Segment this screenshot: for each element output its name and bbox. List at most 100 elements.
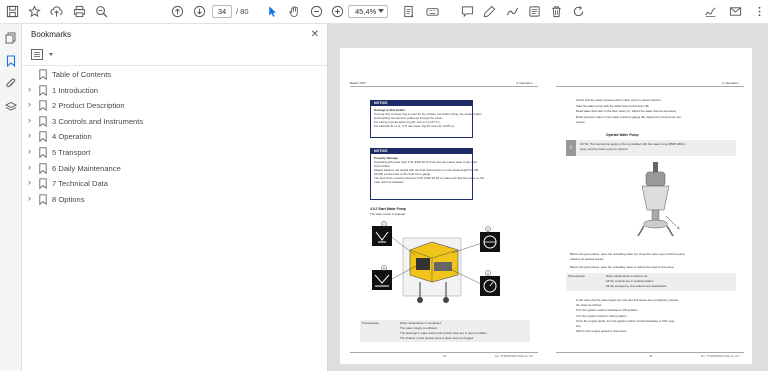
panel-title: Bookmarks <box>31 30 72 39</box>
star-icon[interactable] <box>27 4 41 18</box>
chevron-right-icon[interactable]: › <box>28 162 34 172</box>
notice-body: Damage to Rod Holder If wrong size of tow… <box>371 106 482 130</box>
chevron-right-icon[interactable]: › <box>28 146 34 156</box>
bookmark-icon <box>39 147 47 159</box>
bookmark-item[interactable]: › 8 Options <box>28 193 318 207</box>
bookmark-item[interactable]: › 1 Introduction <box>28 84 318 98</box>
notice-body: Property Damage Operating with tower than… <box>371 154 484 186</box>
text-line: essary. <box>576 120 586 124</box>
fit-page-icon[interactable] <box>401 4 415 18</box>
more-options-icon[interactable] <box>752 4 766 18</box>
page-header-left: Bearkr ONT <box>350 81 367 85</box>
section-subtitle: The water pump is optional <box>370 212 405 216</box>
vertical-scrollbar[interactable] <box>763 24 766 371</box>
zoom-level-select[interactable]: 45,4% <box>348 5 388 18</box>
chevron-right-icon[interactable]: › <box>28 99 34 109</box>
highlight-pen-icon[interactable] <box>482 4 496 18</box>
bookmark-icon <box>39 178 47 190</box>
chevron-right-icon[interactable]: › <box>28 130 34 140</box>
text-line: In the case that the paired gear top car… <box>576 298 679 302</box>
page-footer-number: 34 <box>443 354 447 358</box>
chevron-right-icon[interactable]: › <box>28 177 34 187</box>
bookmark-options-button[interactable] <box>31 49 53 60</box>
chevron-right-icon[interactable]: › <box>28 193 34 203</box>
bookmark-icon <box>39 100 47 112</box>
chevron-right-icon[interactable]: › <box>28 115 34 125</box>
bookmark-label: 7 Technical Data <box>52 179 109 189</box>
bookmark-item[interactable]: Table of Contents <box>28 68 318 82</box>
print-icon[interactable] <box>72 4 86 18</box>
notice-line: For ball tube B, H, H, or P use tower ri… <box>374 124 456 128</box>
zoom-out-icon[interactable] <box>309 4 323 18</box>
stamp-icon[interactable] <box>527 4 541 18</box>
text-line: Turn the ignition switch to Start positi… <box>576 313 628 318</box>
text-line: Daily maintenance is completed. <box>400 321 442 325</box>
text-line: the steps as follows. <box>576 303 603 308</box>
attachment-icon[interactable] <box>5 78 17 90</box>
list-options-icon <box>31 49 43 60</box>
page-total: / 80 <box>236 7 249 16</box>
document-page-left: Bearkr ONT 4. Operation NOTICE Damage to… <box>340 48 546 364</box>
select-cursor-icon[interactable] <box>265 4 279 18</box>
draw-icon[interactable] <box>505 4 519 18</box>
bookmark-item[interactable]: › 6 Daily Maintenance <box>28 162 318 176</box>
bookmarks-panel: Bookmarks ✕ Table of Contents › 1 Introduc… <box>22 24 328 371</box>
bookmark-label: 2 Product Description <box>52 101 125 111</box>
bookmark-label: 1 Introduction <box>52 85 99 95</box>
bookmark-icon <box>39 69 47 81</box>
svg-text:A: A <box>487 271 489 275</box>
prereq-label: Prerequisites <box>362 321 379 325</box>
header-rule <box>350 86 538 87</box>
hand-tool-icon[interactable] <box>287 4 301 18</box>
sign-icon[interactable] <box>703 4 717 18</box>
text-line: Daily maintenance is carried out. <box>606 274 648 278</box>
footer-rule <box>556 352 744 353</box>
upload-icon[interactable] <box>49 4 63 18</box>
page-up-icon[interactable] <box>170 4 184 18</box>
mail-icon[interactable] <box>728 4 742 18</box>
bookmark-item[interactable]: › 4 Operation <box>28 130 318 144</box>
bookmark-label: 8 Options <box>52 194 85 204</box>
text-line: Check that the water pressure dump valve… <box>576 98 662 102</box>
text-line: Turn the ignition switch clockwise to ON… <box>576 308 639 313</box>
bookmark-icon <box>39 194 47 205</box>
notice-box-1: NOTICE Damage to Rod Holder If wrong size… <box>370 100 482 138</box>
bookmark-label: 4 Operation <box>52 132 92 142</box>
page-header-right: 4. Operation <box>722 81 739 85</box>
rotate-icon[interactable] <box>571 4 585 18</box>
water-pump-machine-illustration: C B D A <box>372 221 500 303</box>
bookmark-icon <box>39 84 47 96</box>
chevron-right-icon[interactable]: › <box>28 84 34 94</box>
chevron-down-icon <box>49 53 53 56</box>
note-info-icon: i <box>566 140 576 156</box>
save-icon[interactable] <box>5 4 19 18</box>
comment-icon[interactable] <box>460 4 474 18</box>
page-footer-number: 35 <box>649 354 653 358</box>
bookmark-item[interactable]: › 7 Technical Data <box>28 177 318 191</box>
text-line: Read water flow rate on the flow meter (… <box>576 109 677 113</box>
document-viewport[interactable]: Bearkr ONT 4. Operation NOTICE Damage to… <box>328 24 768 371</box>
bookmark-label: 6 Daily Maintenance <box>52 163 121 173</box>
page-number-input[interactable]: 34 <box>212 5 232 18</box>
delete-icon[interactable] <box>549 4 563 18</box>
zoom-in-icon[interactable] <box>330 4 344 18</box>
bookmark-item[interactable]: › 3 Controls and Instruments <box>28 115 318 129</box>
layers-icon[interactable] <box>4 101 18 113</box>
main-toolbar: 34 / 80 45,4% <box>0 0 768 24</box>
text-line: The water supply is sufficient. <box>400 326 438 330</box>
header-rule <box>556 86 744 87</box>
text-line: Once the engine starts, turn the ignitio… <box>576 318 675 323</box>
text-line: The bearings in water swivel and suction… <box>400 331 488 335</box>
zoom-search-icon[interactable] <box>94 4 108 18</box>
text-line: All the emergency stop buttons are deact… <box>606 284 668 288</box>
bookmark-item[interactable]: › 5 Transport <box>28 146 318 160</box>
bookmark-item[interactable]: › 2 Product Description <box>28 99 318 113</box>
notice-line: main winch is released. <box>374 180 405 184</box>
copy-pages-icon[interactable] <box>5 32 17 44</box>
close-icon[interactable]: ✕ <box>311 29 319 40</box>
keyboard-icon[interactable] <box>425 4 439 18</box>
page-down-icon[interactable] <box>192 4 206 18</box>
bookmark-rail-icon[interactable] <box>5 55 17 68</box>
left-rail <box>0 24 22 371</box>
text-line: Read pressure value on the water pressur… <box>576 114 682 119</box>
